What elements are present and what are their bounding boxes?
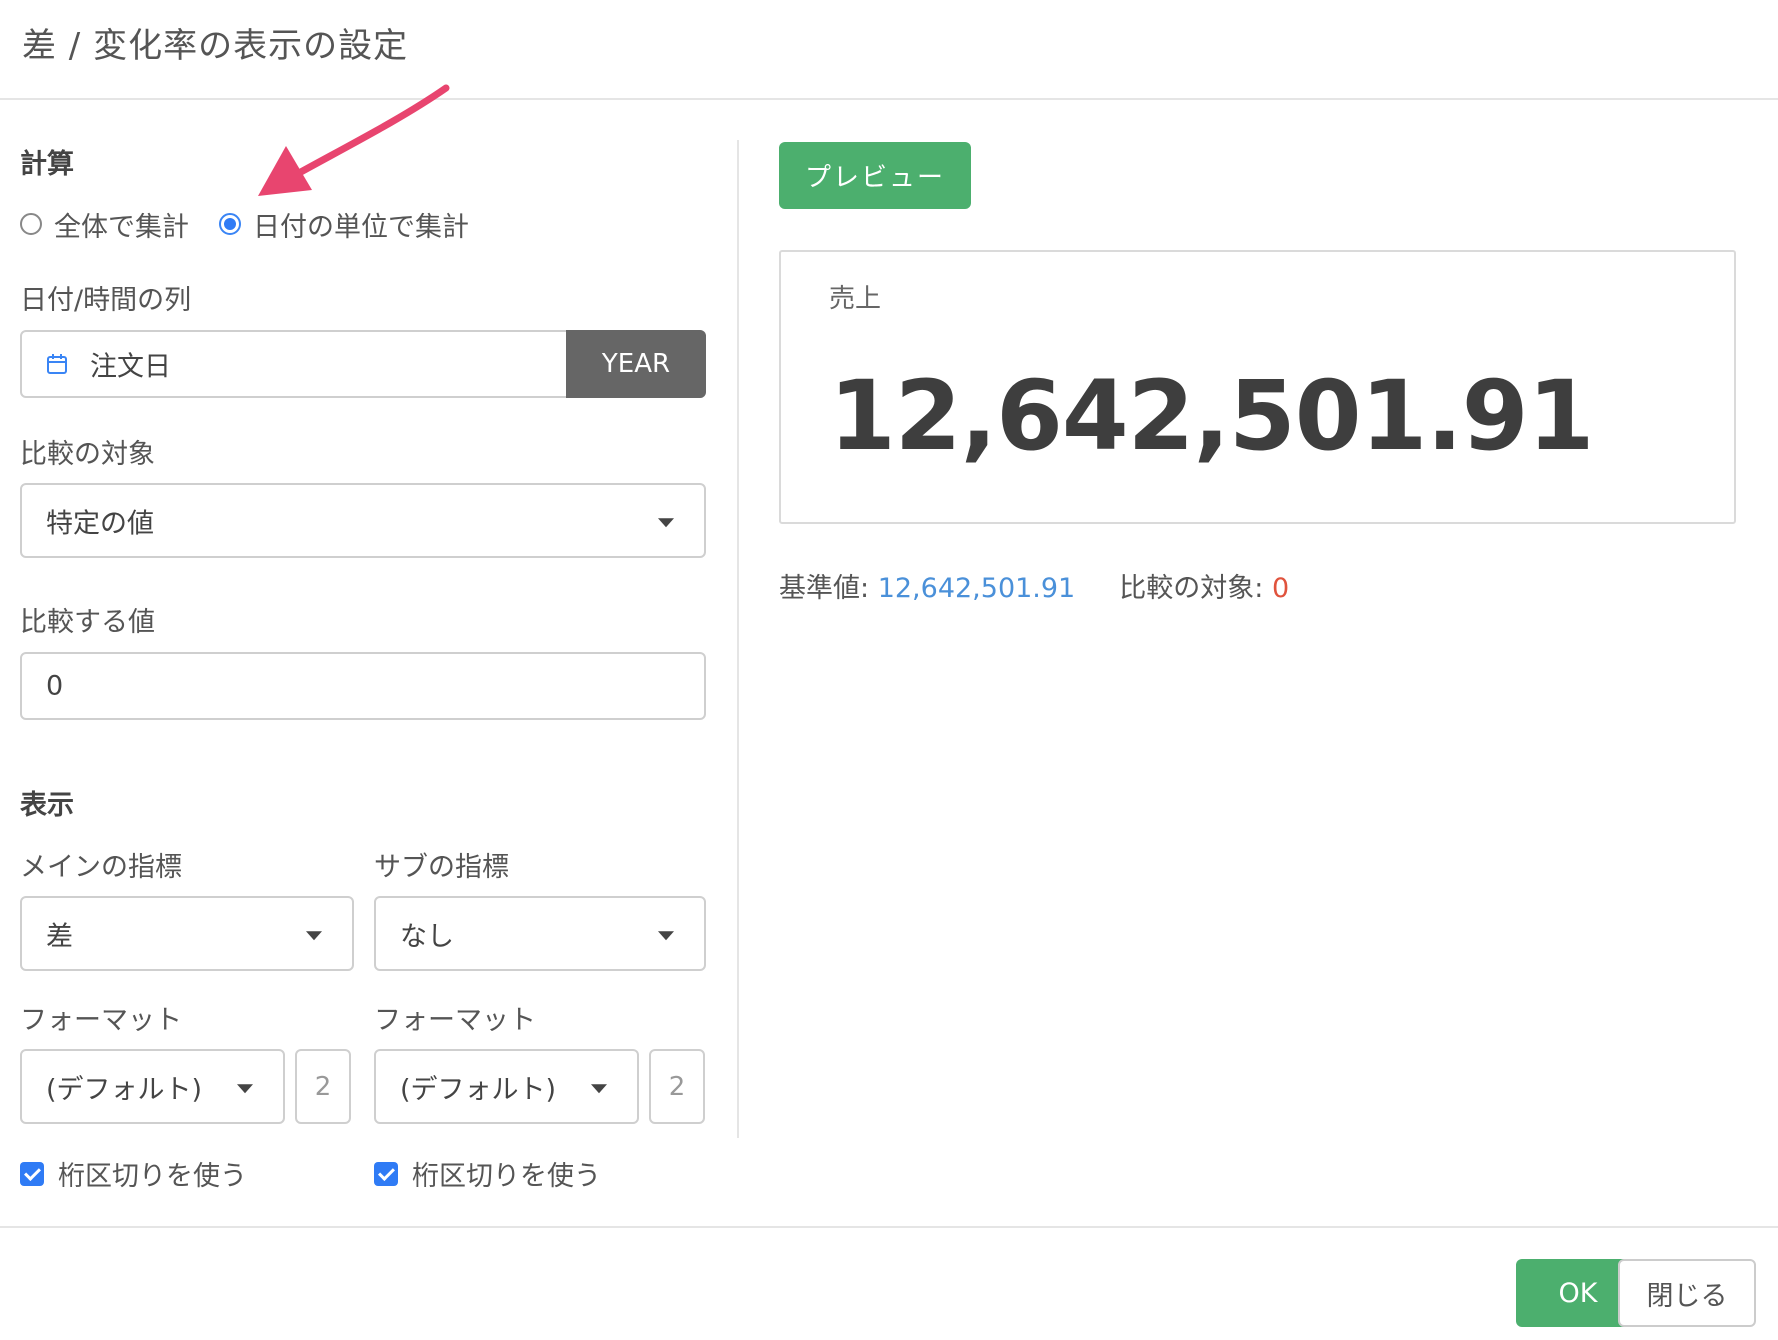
checkbox-checked-icon[interactable] <box>20 1161 44 1186</box>
calculation-section-title: 計算 <box>20 149 74 180</box>
preview-button[interactable]: プレビュー <box>779 142 971 209</box>
compare-target-meta-value: 0 <box>1271 573 1290 604</box>
compare-target-value: 特定の値 <box>46 508 154 539</box>
date-column-value: 注文日 <box>90 351 171 383</box>
sub-metric-value: なし <box>400 921 454 952</box>
compare-value-input[interactable]: 0 <box>20 652 706 720</box>
sub-format-select[interactable]: (デフォルト) <box>374 1049 639 1124</box>
compare-target-label: 比較の対象 <box>20 439 155 470</box>
main-format-value: (デフォルト) <box>46 1074 203 1105</box>
chevron-down-icon <box>658 517 674 527</box>
compare-value-group: 比較の対象: 0 <box>1119 566 1289 605</box>
calculation-radio-group: 全体で集計 日付の単位で集計 <box>20 204 499 244</box>
settings-modal: 差 / 変化率の表示の設定 計算 全体で集計 日付の単位で集計 日付/時間の列 … <box>0 0 1778 1340</box>
checkbox-checked-icon[interactable] <box>374 1161 398 1186</box>
main-format-digits-input[interactable]: 2 <box>295 1049 351 1124</box>
preview-card: 売上 12,642,501.91 <box>779 250 1736 524</box>
chevron-down-icon <box>306 930 322 940</box>
main-format-label: フォーマット <box>20 1005 182 1036</box>
radio-circle-icon[interactable] <box>20 213 42 235</box>
preview-card-value: 12,642,501.91 <box>829 360 1594 472</box>
close-button[interactable]: 閉じる <box>1618 1259 1756 1327</box>
radio-total-aggregation[interactable]: 全体で集計 <box>20 205 189 244</box>
date-column-field[interactable]: 注文日 YEAR <box>20 330 706 398</box>
chevron-down-icon <box>237 1083 253 1093</box>
sub-format-label: フォーマット <box>374 1005 536 1036</box>
modal-title: 差 / 変化率の表示の設定 <box>22 26 409 66</box>
preview-card-label: 売上 <box>829 284 882 314</box>
sub-metric-select[interactable]: なし <box>374 896 706 971</box>
sub-metric-label: サブの指標 <box>374 852 509 883</box>
sub-thousands-separator-checkbox[interactable]: 桁区切りを使う <box>374 1154 601 1193</box>
modal-footer <box>0 1226 1778 1340</box>
base-value-label: 基準値: <box>779 573 870 604</box>
compare-value-label: 比較する値 <box>20 607 155 638</box>
radio-date-unit-aggregation[interactable]: 日付の単位で集計 <box>219 205 469 244</box>
radio-circle-checked-icon[interactable] <box>219 213 241 235</box>
base-value-group: 基準値: 12,642,501.91 <box>779 566 1075 605</box>
preview-meta-row: 基準値: 12,642,501.91 比較の対象: 0 <box>779 566 1289 605</box>
checkbox-label: 桁区切りを使う <box>412 1161 601 1192</box>
compare-target-select[interactable]: 特定の値 <box>20 483 706 558</box>
main-metric-select[interactable]: 差 <box>20 896 354 971</box>
date-column-label: 日付/時間の列 <box>20 285 192 316</box>
sub-format-value: (デフォルト) <box>400 1074 557 1105</box>
date-unit-button[interactable]: YEAR <box>566 330 706 398</box>
main-metric-label: メインの指標 <box>20 852 182 883</box>
compare-value-text: 0 <box>46 670 64 702</box>
calendar-icon <box>47 354 67 374</box>
radio-label: 全体で集計 <box>54 211 189 243</box>
column-divider <box>737 140 739 1138</box>
compare-target-meta-label: 比較の対象: <box>1119 573 1264 604</box>
main-format-select[interactable]: (デフォルト) <box>20 1049 285 1124</box>
annotation-arrow-icon <box>258 84 450 196</box>
main-thousands-separator-checkbox[interactable]: 桁区切りを使う <box>20 1154 247 1193</box>
checkbox-label: 桁区切りを使う <box>58 1161 247 1192</box>
radio-label: 日付の単位で集計 <box>253 211 469 243</box>
display-section-title: 表示 <box>20 790 74 821</box>
base-value: 12,642,501.91 <box>877 573 1076 604</box>
chevron-down-icon <box>591 1083 607 1093</box>
main-metric-value: 差 <box>46 921 73 952</box>
sub-format-digits-input[interactable]: 2 <box>649 1049 705 1124</box>
chevron-down-icon <box>658 930 674 940</box>
